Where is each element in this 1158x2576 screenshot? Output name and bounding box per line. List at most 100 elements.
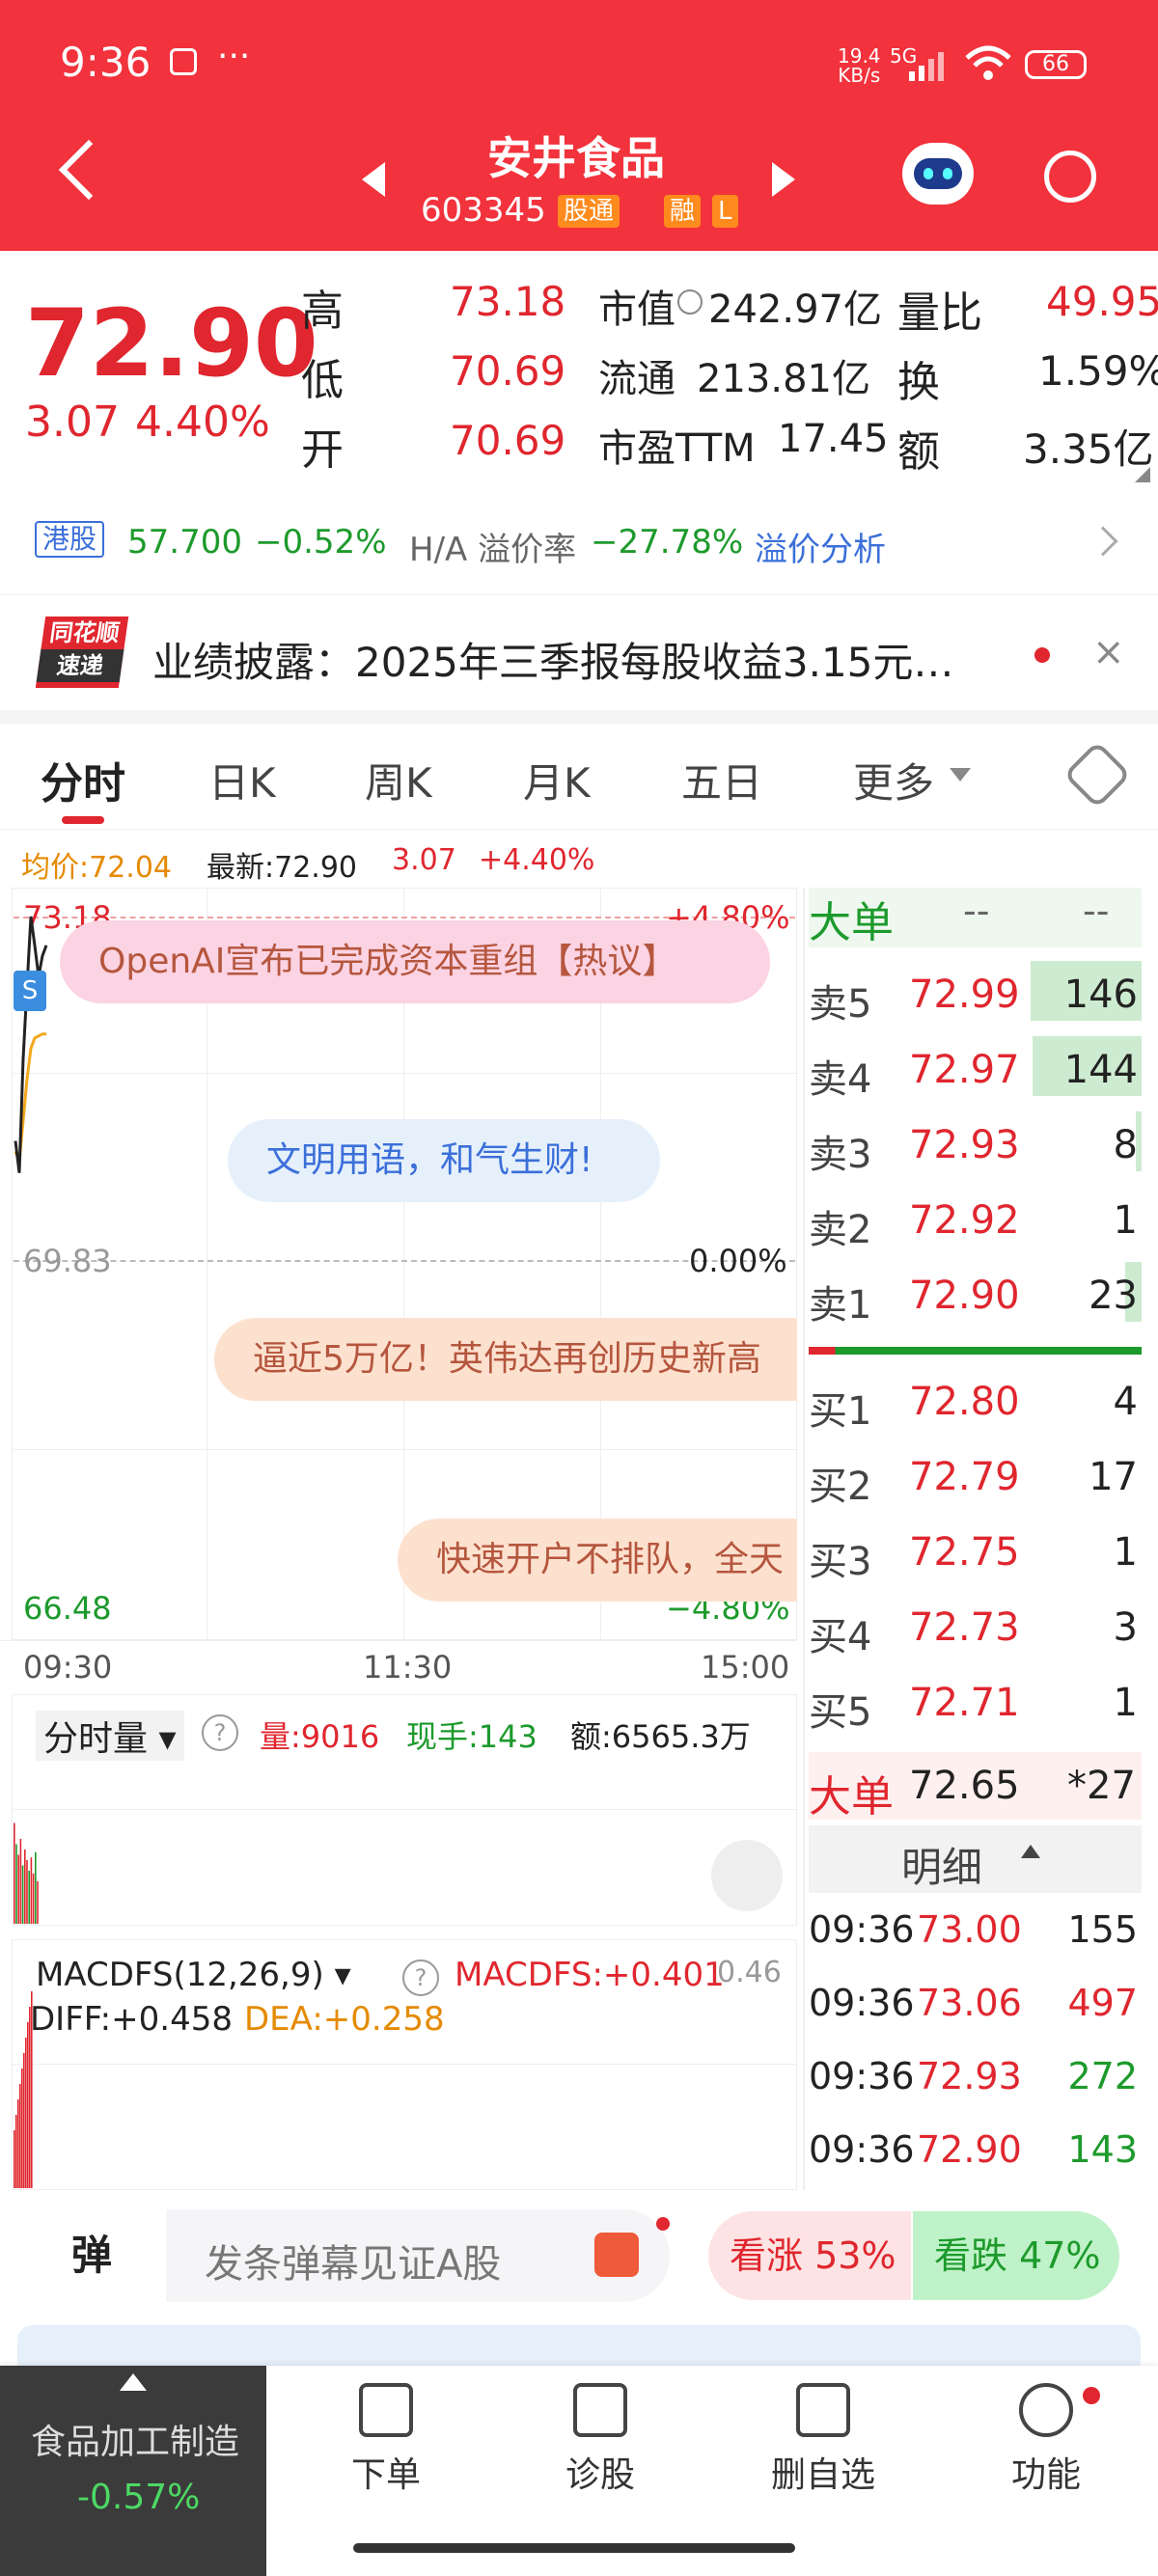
danmu-toggle-icon[interactable]: 弹 (39, 2209, 166, 2302)
volume-panel[interactable]: 分时量 ▾ ? 量:9016 现手:143 额:6565.3万 (12, 1694, 797, 1926)
tick-time: 09:36 (809, 1908, 915, 1951)
chevron-up-icon (120, 2373, 147, 2391)
volume-bar (15, 1844, 17, 1924)
back-icon[interactable] (58, 139, 120, 201)
ask-row[interactable]: 卖2 72.92 1 (809, 1187, 1142, 1254)
danmu-bubble[interactable]: 文明用语，和气生财! (228, 1119, 660, 1202)
low-label: 低 (301, 356, 344, 405)
detail-toggle[interactable]: 明细 (809, 1825, 1142, 1893)
ask-price: 72.97 (909, 1048, 1020, 1092)
high-label: 高 (301, 287, 344, 336)
home-indicator (353, 2543, 795, 2553)
bid-row[interactable]: 买2 72.79 17 (809, 1443, 1142, 1511)
next-stock-icon[interactable] (772, 162, 795, 197)
ask-row[interactable]: 卖1 72.90 23 (809, 1262, 1142, 1329)
danmu-bubble[interactable]: OpenAI宣布已完成资本重组【热议】 (60, 920, 770, 1003)
macd-selector[interactable]: MACDFS(12,26,9) ▾ (36, 1956, 351, 1994)
hk-share-row[interactable]: 港股 57.700 −0.52% H/A 溢价率 −27.78% 溢价分析 (0, 494, 1158, 590)
volume-bar (17, 1854, 19, 1924)
signal-icon (907, 48, 946, 81)
remove-watchlist-button[interactable]: 删自选 (762, 2383, 884, 2497)
tab-five-day[interactable]: 五日 (681, 751, 762, 809)
notification-dot (656, 2217, 670, 2231)
volume-amount: 额:6565.3万 (570, 1718, 751, 1755)
prev-stock-icon[interactable] (362, 162, 385, 197)
ask-row[interactable]: 卖4 72.97 144 (809, 1036, 1142, 1104)
chart-tabs: 分时 日K 周K 月K 五日 更多 (0, 724, 1158, 830)
gift-icon[interactable] (594, 2233, 639, 2277)
volume-selector[interactable]: 分时量 ▾ (36, 1711, 184, 1761)
help-icon[interactable]: ? (402, 1959, 439, 1996)
pe-label: 市盈TTM (598, 426, 756, 471)
price-change: 3.07 (25, 397, 120, 447)
tab-month-k[interactable]: 月K (523, 751, 591, 809)
danmu-bubble[interactable]: 逼近5万亿！英伟达再创历史新高 (214, 1318, 797, 1401)
news-bar[interactable]: 同花顺 速递 业绩披露：2025年三季报每股收益3.15元… × (0, 594, 1158, 710)
volume-ratio-value: 49.95 (1046, 278, 1158, 325)
robot-assistant-icon[interactable] (902, 143, 974, 205)
danmu-placeholder[interactable]: 发条弹幕见证A股 (205, 2233, 501, 2288)
tick-volume: 155 (1067, 1908, 1138, 1951)
macd-bar (15, 2115, 17, 2188)
tab-day-k[interactable]: 日K (208, 751, 276, 809)
bid-price: 72.71 (909, 1681, 1020, 1725)
functions-button[interactable]: 功能 (998, 2383, 1094, 2497)
danmu-bubble[interactable]: 快速开户不排队，全天 (398, 1519, 797, 1602)
bid-row[interactable]: 买3 72.75 1 (809, 1519, 1142, 1586)
danmu-input-bar[interactable]: 弹 发条弹幕见证A股 (39, 2209, 670, 2302)
settings-icon[interactable] (1062, 740, 1132, 809)
volume-bars-svg (14, 1822, 39, 1924)
volume-bar (19, 1839, 22, 1924)
close-icon[interactable]: × (1092, 630, 1125, 674)
bearish-vote-button[interactable]: 看跌 47% (913, 2211, 1119, 2300)
bid-label: 买4 (809, 1615, 872, 1659)
help-icon[interactable]: ? (202, 1714, 238, 1751)
trade-tick-row: 09:36 72.93 272 (809, 2043, 1142, 2111)
ask-volume: 23 (1089, 1274, 1138, 1318)
app-notification-icon (170, 48, 197, 75)
remove-icon (796, 2383, 850, 2437)
diagnose-button[interactable]: 诊股 (552, 2383, 648, 2497)
macd-bar (29, 2007, 31, 2188)
bid-row[interactable]: 买4 72.73 3 (809, 1594, 1142, 1661)
trade-tick-row: 09:36 73.00 155 (809, 1897, 1142, 1964)
sector-pct: -0.57% (77, 2478, 201, 2517)
premium-analysis-link[interactable]: 溢价分析 (755, 523, 886, 570)
bid-row[interactable]: 买1 72.80 4 (809, 1368, 1142, 1436)
ask-row[interactable]: 卖5 72.99 146 (809, 961, 1142, 1028)
s-marker-badge[interactable]: S (14, 971, 46, 1011)
ask-row[interactable]: 卖3 72.93 8 (809, 1111, 1142, 1179)
active-tab-indicator (62, 816, 104, 824)
bullish-vote-button[interactable]: 看涨 53% (708, 2211, 911, 2300)
info-icon[interactable] (677, 289, 703, 315)
bid-label: 买1 (809, 1389, 872, 1434)
tick-price: 72.90 (917, 2128, 1022, 2171)
open-label: 开 (301, 425, 344, 475)
pe-value: 17.45 (778, 417, 889, 461)
macd-bar (21, 2069, 23, 2188)
status-time: 9:36 (60, 39, 152, 86)
bid-row[interactable]: 买5 72.71 1 (809, 1669, 1142, 1737)
trade-tick-row: 09:36 73.06 497 (809, 1970, 1142, 2038)
sector-panel[interactable]: 食品加工制造 -0.57% (0, 2366, 266, 2576)
order-icon (359, 2383, 413, 2437)
bid-price: 72.79 (909, 1455, 1020, 1499)
fullscreen-icon[interactable] (711, 1840, 783, 1911)
tab-intraday[interactable]: 分时 (41, 749, 125, 810)
price-change-pct: 4.40% (135, 397, 270, 447)
tag-margin: 融 (664, 195, 702, 228)
big-order-price: 72.65 (909, 1764, 1020, 1808)
search-icon[interactable] (1044, 151, 1096, 203)
latest-price: 最新:72.90 (207, 851, 357, 885)
tab-week-k[interactable]: 周K (365, 751, 432, 809)
bid-volume: 1 (1113, 1681, 1138, 1725)
expand-corner-icon[interactable] (1135, 467, 1150, 482)
big-order-row[interactable]: 大单 72.65 *27 (809, 1752, 1142, 1822)
menu-icon (1019, 2383, 1073, 2437)
macd-panel[interactable]: MACDFS(12,26,9) ▾ ? MACDFS:+0.401 0.46 D… (12, 1939, 797, 2190)
tab-more[interactable]: 更多 (853, 751, 934, 809)
ask-label: 卖4 (809, 1057, 872, 1102)
amount-label: 额 (897, 427, 940, 477)
tick-price: 73.00 (917, 1908, 1022, 1951)
place-order-button[interactable]: 下单 (338, 2383, 434, 2497)
